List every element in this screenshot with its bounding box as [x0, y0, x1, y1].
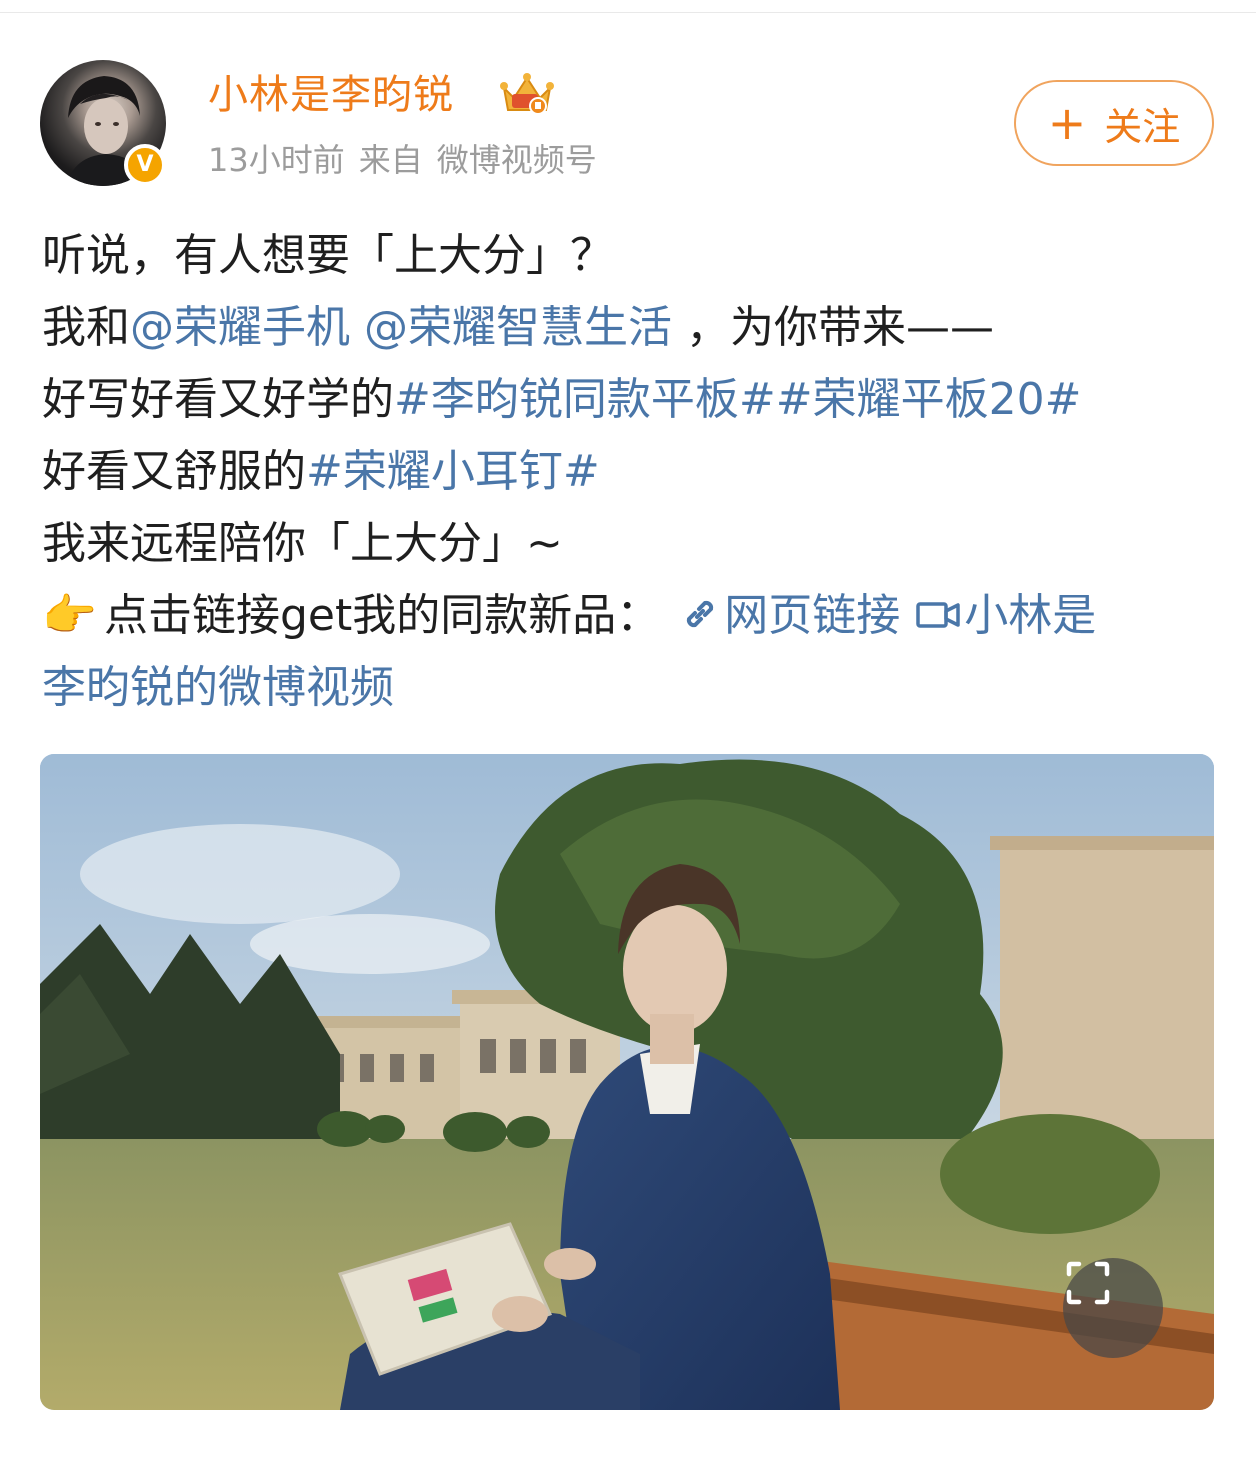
topic-honor-tablet-20[interactable]: #荣耀平板20# — [776, 374, 1082, 425]
line2-suffix: ，为你带来—— — [686, 302, 994, 353]
line2-prefix: 我和 — [42, 302, 130, 353]
post-meta: 13小时前 来自 微博视频号 — [208, 138, 611, 182]
crown-badge-icon — [500, 73, 554, 115]
v-verified-badge-icon: V — [124, 144, 166, 186]
line3-prefix: 好写好看又好学的 — [42, 374, 394, 425]
mention-honor-phone[interactable]: @荣耀手机 — [130, 302, 350, 353]
video-scene — [40, 754, 1214, 1410]
video-link-label-1: 小林是 — [964, 590, 1097, 641]
post-line-7: 李昀锐的微博视频 — [42, 652, 1222, 724]
post-line-2: 我和@荣耀手机 @荣耀智慧生活 ，为你带来—— — [42, 292, 1222, 364]
topic-same-tablet[interactable]: #李昀锐同款平板# — [394, 374, 776, 425]
post-line-6: 👉 点击链接get我的同款新品： 网页链接 小林是 — [42, 580, 1222, 652]
mention-honor-smart-life[interactable]: @荣耀智慧生活 — [364, 302, 672, 353]
video-link-part1[interactable]: 小林是 — [900, 590, 1096, 641]
post-line-3: 好写好看又好学的#李昀锐同款平板##荣耀平板20# — [42, 364, 1222, 436]
top-divider — [0, 12, 1256, 13]
post-text: 听说，有人想要「上大分」？ 我和@荣耀手机 @荣耀智慧生活 ，为你带来—— 好写… — [42, 220, 1222, 724]
post-line-5: 我来远程陪你「上大分」~ — [42, 518, 563, 569]
post-time: 13小时前 — [208, 141, 345, 179]
video-link-part2[interactable]: 李昀锐的微博视频 — [42, 662, 394, 713]
post-line-1: 听说，有人想要「上大分」？ — [42, 230, 614, 281]
fullscreen-icon — [1066, 1261, 1110, 1305]
pointing-hand-emoji: 👉 — [42, 590, 97, 641]
follow-button[interactable]: + 关注 — [1014, 80, 1214, 166]
topic-honor-earbuds[interactable]: #荣耀小耳钉# — [306, 446, 600, 497]
video-thumbnail[interactable] — [40, 754, 1214, 1410]
author-avatar-wrapper[interactable]: V — [40, 60, 166, 186]
video-camera-icon — [916, 602, 961, 628]
line6-prefix: 点击链接get我的同款新品： — [104, 590, 661, 641]
post-source[interactable]: 微博视频号 — [437, 141, 597, 179]
author-name[interactable]: 小林是李昀锐 — [208, 70, 454, 120]
line4-prefix: 好看又舒服的 — [42, 446, 306, 497]
web-link-label: 网页链接 — [724, 590, 901, 641]
link-icon — [687, 600, 714, 628]
fullscreen-button[interactable] — [1063, 1258, 1163, 1358]
follow-label: 关注 — [1104, 104, 1181, 149]
web-link[interactable]: 网页链接 — [660, 590, 900, 641]
source-prefix: 来自 — [358, 141, 423, 179]
plus-icon: + — [1047, 96, 1087, 150]
post-line-4: 好看又舒服的#荣耀小耳钉# — [42, 436, 1222, 508]
